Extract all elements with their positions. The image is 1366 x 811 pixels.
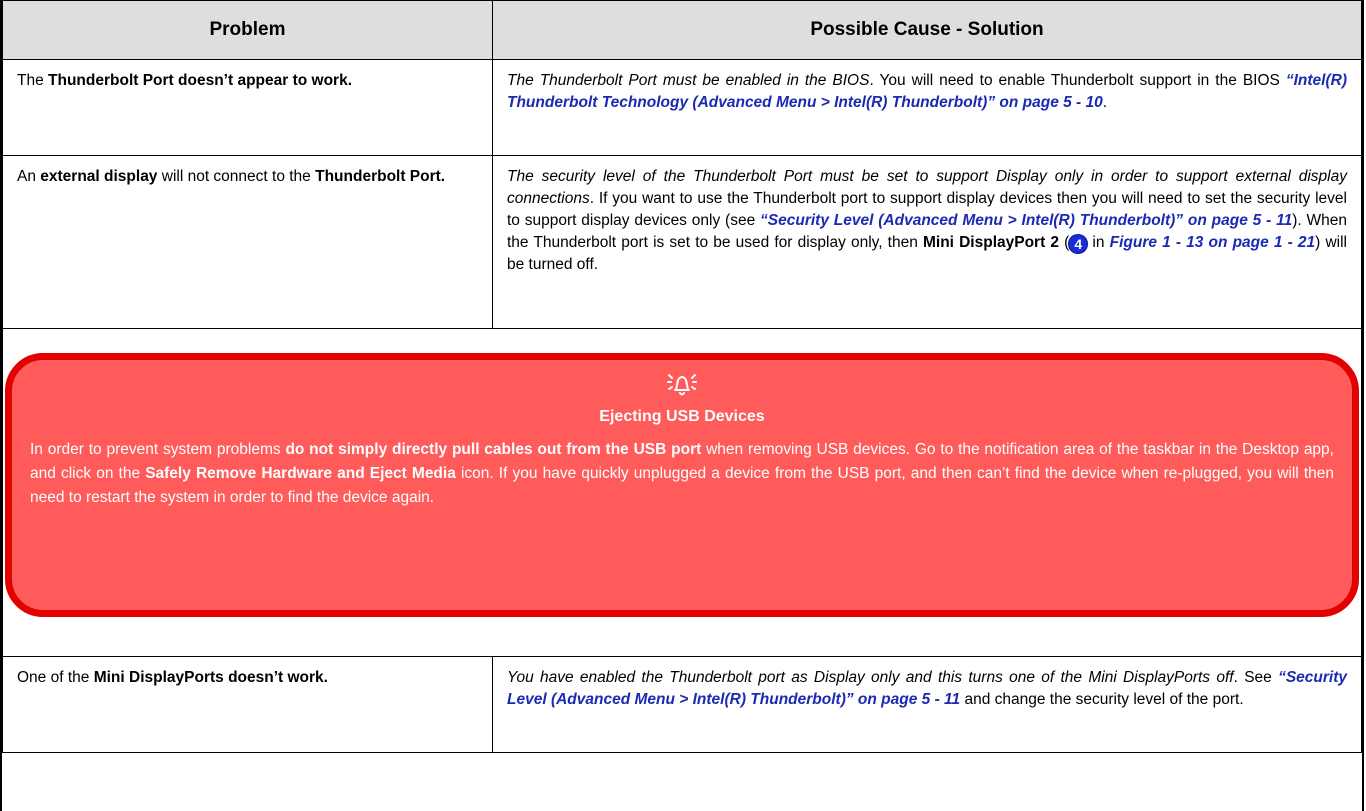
problem-text: will not connect to the	[157, 168, 316, 185]
troubleshooting-table-top: Problem Possible Cause - Solution The Th…	[2, 0, 1362, 329]
warning-title: Ejecting USB Devices	[599, 408, 765, 425]
solution-cause: You have enabled the Thunderbolt port as…	[507, 669, 1234, 686]
problem-text: An	[17, 168, 41, 185]
problem-cell: An external display will not connect to …	[2, 155, 493, 329]
header-problem: Problem	[2, 0, 493, 60]
problem-bold: Thunderbolt Port.	[315, 168, 446, 185]
callout-number-badge: 4	[1069, 235, 1088, 253]
warning-box: Ejecting USB Devices In order to prevent…	[5, 353, 1359, 617]
solution-cell: The Thunderbolt Port must be enabled in …	[492, 59, 1362, 156]
alarm-bell-icon	[30, 370, 1334, 400]
solution-text: (	[1059, 234, 1070, 251]
header-solution: Possible Cause - Solution	[492, 0, 1362, 60]
table-row: One of the Mini DisplayPorts doesn’t wor…	[2, 656, 1362, 753]
troubleshooting-page: Problem Possible Cause - Solution The Th…	[0, 0, 1364, 811]
solution-text: in	[1087, 234, 1110, 251]
cross-reference-link[interactable]: “Security Level (Advanced Menu > Intel(R…	[760, 212, 1292, 229]
solution-text: and change the security level of the por…	[960, 691, 1244, 708]
problem-bold: Mini DisplayPorts doesn’t work.	[93, 669, 328, 686]
table-header-row: Problem Possible Cause - Solution	[2, 0, 1362, 60]
problem-bold: external display	[40, 168, 158, 185]
problem-text: The	[17, 72, 49, 89]
solution-bold: Mini DisplayPort 2	[922, 234, 1059, 251]
problem-cell: The Thunderbolt Port doesn’t appear to w…	[2, 59, 493, 156]
solution-cause: The Thunderbolt Port must be enabled in …	[507, 72, 870, 89]
table-row: An external display will not connect to …	[2, 155, 1362, 329]
warning-body: In order to prevent system problems do n…	[30, 438, 1334, 510]
problem-bold: Thunderbolt Port doesn’t appear to work.	[48, 72, 352, 89]
problem-text: One of the	[17, 669, 94, 686]
warning-row: Ejecting USB Devices In order to prevent…	[2, 329, 1362, 656]
warning-bold: Safely Remove Hardware and Eject Media	[145, 465, 456, 482]
warning-text: In order to prevent system problems	[30, 441, 286, 458]
troubleshooting-table-bottom: One of the Mini DisplayPorts doesn’t wor…	[2, 656, 1362, 753]
warning-bold: do not simply directly pull cables out f…	[285, 441, 702, 458]
solution-end: .	[1102, 94, 1108, 111]
solution-text: . See	[1233, 669, 1279, 686]
problem-cell: One of the Mini DisplayPorts doesn’t wor…	[2, 656, 493, 753]
solution-cell: The security level of the Thunderbolt Po…	[492, 155, 1362, 329]
figure-reference-link[interactable]: Figure 1 - 13 on page 1 - 21	[1110, 234, 1316, 251]
solution-text: . You will need to enable Thunderbolt su…	[869, 72, 1286, 89]
table-row: The Thunderbolt Port doesn’t appear to w…	[2, 59, 1362, 156]
solution-cell: You have enabled the Thunderbolt port as…	[492, 656, 1362, 753]
